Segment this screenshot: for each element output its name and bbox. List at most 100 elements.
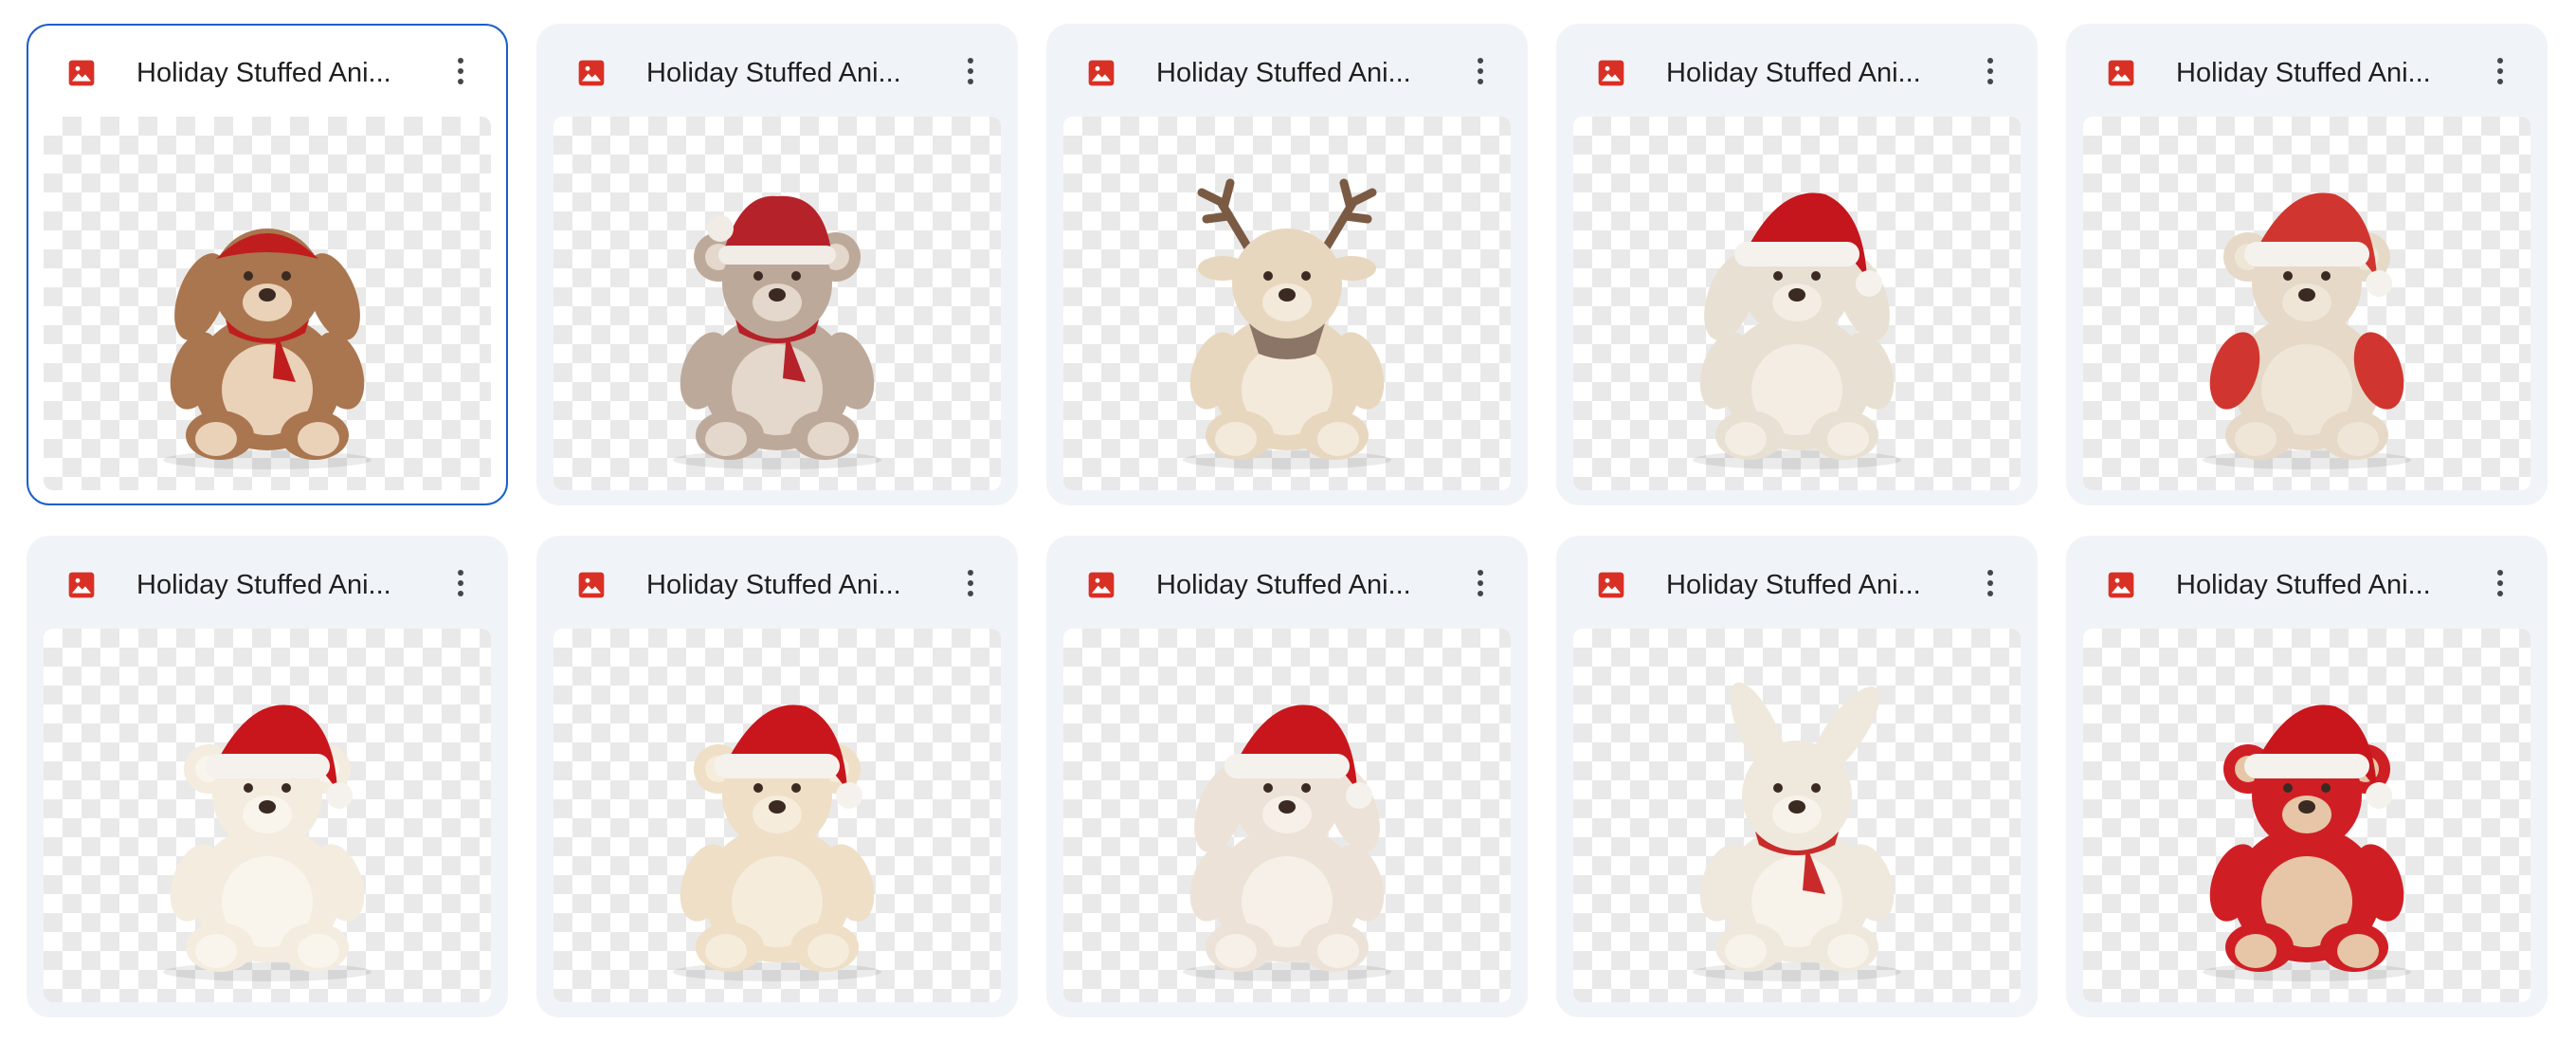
more-actions-button[interactable] <box>1460 50 1501 92</box>
file-card-8[interactable]: Holiday Stuffed Ani... <box>1046 536 1528 1017</box>
puppy-with-santa-hat-image <box>1183 704 1391 981</box>
nose <box>2298 288 2315 302</box>
file-title[interactable]: Holiday Stuffed Ani... <box>1666 52 1969 94</box>
more-actions-button[interactable] <box>1969 50 2011 92</box>
hat-pompom <box>1856 270 1882 297</box>
file-title[interactable]: Holiday Stuffed Ani... <box>136 564 440 606</box>
more-vert-icon-dot <box>968 580 973 586</box>
more-actions-button[interactable] <box>950 50 991 92</box>
image-file-icon <box>1598 60 1624 86</box>
hat-pompom <box>326 782 353 809</box>
more-vert-icon-dot <box>1478 68 1483 74</box>
image-file-icon <box>1598 572 1624 598</box>
file-title[interactable]: Holiday Stuffed Ani... <box>2176 564 2479 606</box>
image-thumbnail[interactable] <box>2083 629 2531 1002</box>
eye <box>1773 783 1783 793</box>
file-card-header: Holiday Stuffed Ani... <box>1048 538 1526 623</box>
image-thumbnail[interactable] <box>1573 629 2021 1002</box>
image-thumbnail[interactable] <box>553 629 1001 1002</box>
more-vert-icon-dot <box>1478 591 1483 596</box>
file-card-7[interactable]: Holiday Stuffed Ani... <box>536 536 1018 1017</box>
more-actions-button[interactable] <box>950 562 991 604</box>
eye <box>1301 271 1311 281</box>
image-thumbnail[interactable] <box>2083 117 2531 490</box>
more-actions-button[interactable] <box>1460 562 1501 604</box>
file-title[interactable]: Holiday Stuffed Ani... <box>1666 564 1969 606</box>
image-thumbnail[interactable] <box>1063 117 1511 490</box>
file-card-header: Holiday Stuffed Ani... <box>538 26 1016 111</box>
file-card-header: Holiday Stuffed Ani... <box>2068 26 2546 111</box>
nose <box>769 800 786 814</box>
reindeer-plush-image <box>1183 178 1391 469</box>
bunny-with-red-scarf-image <box>1693 682 1901 981</box>
file-title[interactable]: Holiday Stuffed Ani... <box>1156 52 1460 94</box>
eye <box>244 783 253 793</box>
hat-pompom <box>2366 782 2392 809</box>
hat-pompom <box>2366 270 2392 297</box>
eye <box>1811 783 1821 793</box>
nose <box>769 288 786 302</box>
more-actions-button[interactable] <box>2479 50 2521 92</box>
image-thumbnail[interactable] <box>553 117 1001 490</box>
image-file-icon <box>2108 572 2134 598</box>
eye <box>281 783 291 793</box>
nose <box>1279 800 1296 814</box>
eye <box>2321 271 2331 281</box>
more-vert-icon-dot <box>968 79 973 84</box>
image-thumbnail[interactable] <box>1063 629 1511 1002</box>
file-card-9[interactable]: Holiday Stuffed Ani... <box>1556 536 2038 1017</box>
more-vert-icon-dot <box>1987 58 1993 64</box>
file-card-4[interactable]: Holiday Stuffed Ani... <box>1556 24 2038 505</box>
more-vert-icon-dot <box>1987 591 1993 596</box>
image-file-icon <box>68 572 95 598</box>
eye <box>2283 783 2293 793</box>
file-card-5[interactable]: Holiday Stuffed Ani... <box>2066 24 2548 505</box>
file-card-header: Holiday Stuffed Ani... <box>1048 26 1526 111</box>
file-card-3[interactable]: Holiday Stuffed Ani... <box>1046 24 1528 505</box>
file-grid: Holiday Stuffed Ani... Holiday Stuffed A… <box>27 24 2548 1017</box>
file-card-header: Holiday Stuffed Ani... <box>1558 26 2036 111</box>
file-title[interactable]: Holiday Stuffed Ani... <box>2176 52 2479 94</box>
more-actions-button[interactable] <box>440 562 481 604</box>
plush-illustration <box>1693 192 1901 469</box>
file-card-6[interactable]: Holiday Stuffed Ani... <box>27 536 508 1017</box>
file-title[interactable]: Holiday Stuffed Ani... <box>1156 564 1460 606</box>
cream-bear-with-santa-hat-image <box>673 704 881 981</box>
eye <box>753 271 763 281</box>
more-vert-icon-dot <box>458 79 463 84</box>
more-vert-icon-dot <box>968 591 973 596</box>
hat-pompom <box>836 782 862 809</box>
file-card-1[interactable]: Holiday Stuffed Ani... <box>27 24 508 505</box>
file-title[interactable]: Holiday Stuffed Ani... <box>136 52 440 94</box>
image-thumbnail[interactable] <box>1573 117 2021 490</box>
file-card-10[interactable]: Holiday Stuffed Ani... <box>2066 536 2548 1017</box>
plush-illustration <box>673 704 881 981</box>
plush-illustration <box>1693 682 1901 981</box>
plush-illustration <box>1183 178 1391 469</box>
more-vert-icon-dot <box>2497 580 2503 586</box>
nose <box>1279 288 1296 302</box>
more-vert-icon-dot <box>968 68 973 74</box>
more-actions-button[interactable] <box>2479 562 2521 604</box>
file-title[interactable]: Holiday Stuffed Ani... <box>646 52 950 94</box>
image-thumbnail[interactable] <box>44 117 491 490</box>
more-vert-icon-dot <box>458 580 463 586</box>
eye <box>244 271 253 281</box>
more-vert-icon-dot <box>968 570 973 576</box>
image-file-icon <box>1088 60 1115 86</box>
image-thumbnail[interactable] <box>44 629 491 1002</box>
eye <box>1773 271 1783 281</box>
plush-illustration <box>673 195 881 469</box>
file-title[interactable]: Holiday Stuffed Ani... <box>646 564 950 606</box>
more-actions-button[interactable] <box>440 50 481 92</box>
file-card-2[interactable]: Holiday Stuffed Ani... <box>536 24 1018 505</box>
more-vert-icon-dot <box>2497 79 2503 84</box>
nose <box>2298 800 2315 814</box>
plush-illustration <box>2203 704 2411 981</box>
more-actions-button[interactable] <box>1969 562 2011 604</box>
eye <box>791 271 801 281</box>
nose <box>259 800 276 814</box>
more-vert-icon-dot <box>458 68 463 74</box>
more-vert-icon-dot <box>1987 68 1993 74</box>
lamb-with-santa-hat-image <box>1693 192 1901 469</box>
